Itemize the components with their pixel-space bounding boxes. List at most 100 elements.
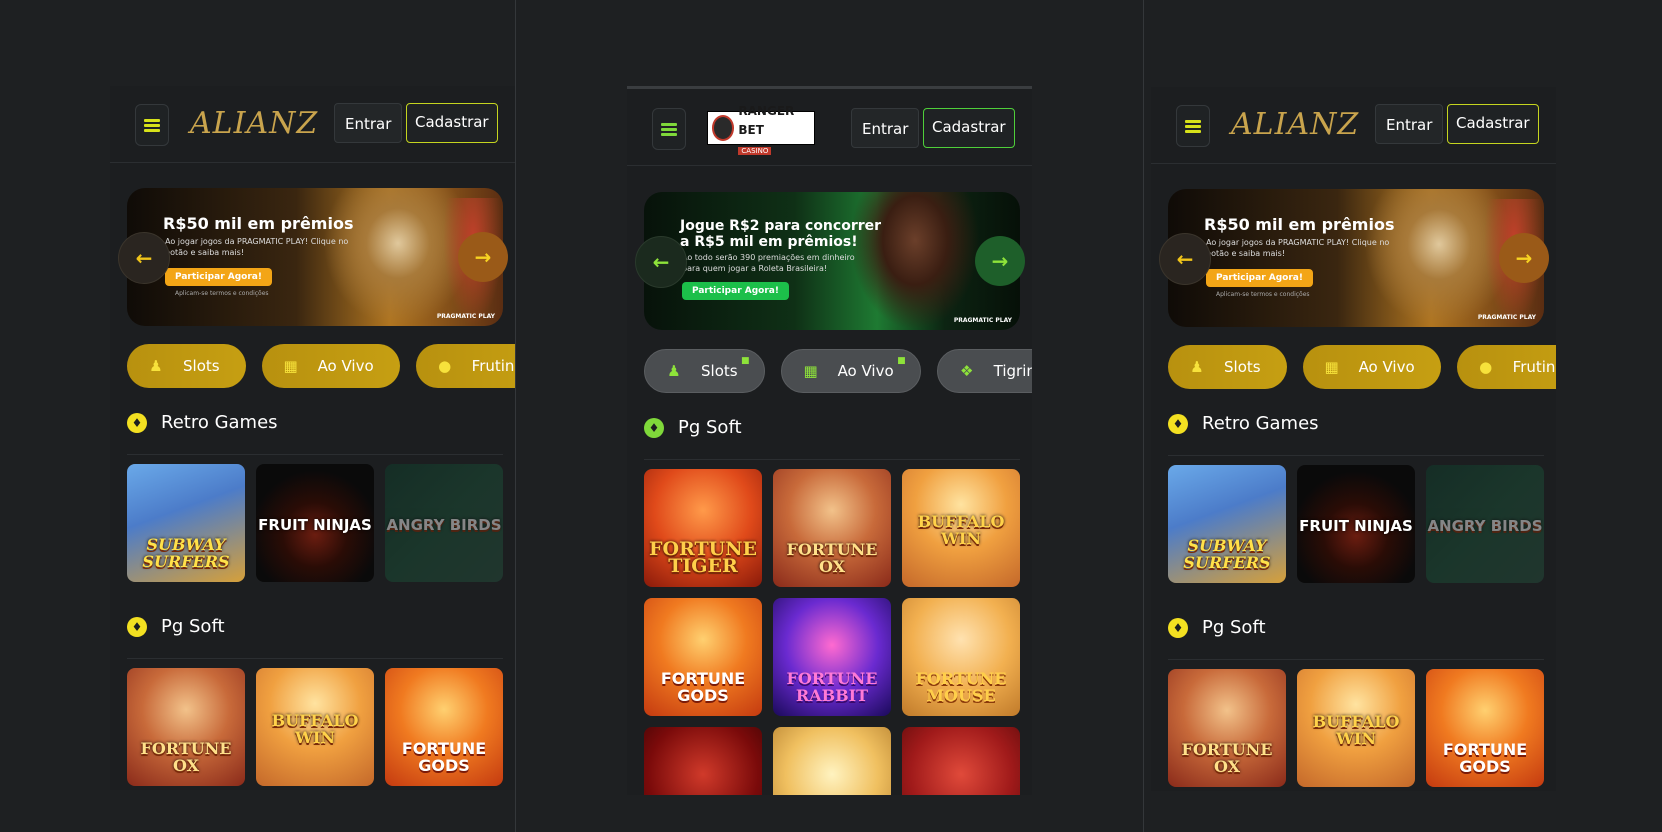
game-tile[interactable]: FORTUNE GODS: [385, 668, 503, 786]
section-title: Retro Games: [161, 412, 278, 433]
game-title: FORTUNE OX: [1181, 740, 1273, 776]
register-button[interactable]: Cadastrar: [1447, 104, 1539, 144]
tab-slots[interactable]: ♟ Slots ■: [644, 349, 765, 393]
banner-title: R$50 mil em prêmios: [1204, 215, 1395, 234]
top-bar: ALIANZ Entrar Cadastrar: [110, 86, 515, 163]
game-tile[interactable]: FORTUNE OX: [127, 668, 245, 786]
game-tile[interactable]: SUBWAY SURFERS: [127, 464, 245, 582]
carousel-prev-button[interactable]: ←: [635, 236, 687, 288]
tab-label: Frutin: [1512, 358, 1556, 376]
tab-ao-vivo[interactable]: ▦ Ao Vivo ■: [780, 349, 921, 393]
game-tile[interactable]: FORTUNE RABBIT: [773, 598, 891, 716]
tab-label: Slots: [183, 357, 220, 375]
game-tile[interactable]: FORTUNE OX: [1168, 669, 1286, 787]
tab-slots[interactable]: ♟ Slots: [127, 344, 246, 388]
game-tile[interactable]: FRUIT NINJAS: [1297, 465, 1415, 583]
promo-banner[interactable]: R$50 mil em prêmios Ao jogar jogos da PR…: [1168, 189, 1544, 327]
section-divider: [1168, 455, 1544, 456]
login-button[interactable]: Entrar: [851, 108, 920, 148]
tab-label: Ao Vivo: [317, 357, 374, 375]
register-button[interactable]: Cadastrar: [406, 103, 498, 143]
game-tile[interactable]: SUBWAY SURFERS: [1168, 465, 1286, 583]
banner-cta-button[interactable]: Participar Agora!: [1206, 269, 1313, 287]
banner-terms: Aplicam-se termos e condições: [1216, 291, 1310, 298]
logo-subtext: CASINO: [738, 146, 772, 155]
carousel-next-button[interactable]: →: [1499, 233, 1549, 283]
top-bar: RANGER BET CASINO Entrar Cadastrar: [627, 89, 1032, 166]
section-title: Pg Soft: [161, 616, 225, 637]
tab-ao-vivo[interactable]: ▦ Ao Vivo: [1302, 345, 1441, 389]
game-tile[interactable]: ANGRY BIRDS: [1426, 465, 1544, 583]
tab-label: Slots: [1224, 358, 1261, 376]
login-button[interactable]: Entrar: [334, 103, 403, 143]
section-header: ♦ Retro Games: [1168, 413, 1319, 434]
apple-icon: ●: [1479, 358, 1493, 376]
game-tile[interactable]: FRUIT NINJAS: [256, 464, 374, 582]
arrow-left-icon: ←: [652, 250, 670, 274]
tab-frutin[interactable]: ● Frutin: [1456, 345, 1556, 389]
login-button[interactable]: Entrar: [1375, 104, 1444, 144]
tab-ao-vivo[interactable]: ▦ Ao Vivo: [261, 344, 400, 388]
game-tile[interactable]: BUFFALO WIN: [902, 469, 1020, 587]
banner-subtitle: Ao jogar jogos da PRAGMATIC PLAY! Clique…: [1206, 238, 1390, 258]
game-tile[interactable]: [773, 727, 891, 795]
slot-machine-icon: ▦: [283, 357, 298, 375]
category-tabs: ♟ Slots ■ ▦ Ao Vivo ■ ❖ Tigrin: [644, 349, 1032, 393]
tab-frutin[interactable]: ● Frutin: [415, 344, 515, 388]
section-divider: [1168, 659, 1544, 660]
game-title: FORTUNE TIGER: [648, 538, 758, 577]
raccoon-mascot-icon: [712, 115, 735, 141]
hamburger-icon: [661, 123, 677, 136]
carousel-next-button[interactable]: →: [458, 232, 508, 282]
game-title: FORTUNE GODS: [660, 669, 746, 705]
game-title: FORTUNE OX: [140, 739, 232, 775]
game-title: SUBWAY SURFERS: [142, 535, 230, 571]
tab-slots[interactable]: ♟ Slots: [1168, 345, 1287, 389]
slot-machine-icon: ▦: [1324, 358, 1339, 376]
promo-banner[interactable]: Jogue R$2 para concorrer a R$5 mil em pr…: [644, 192, 1020, 330]
apple-icon: ●: [438, 357, 452, 375]
site-logo[interactable]: RANGER BET CASINO: [707, 105, 815, 155]
paw-icon: ❖: [959, 362, 974, 380]
banner-title: Jogue R$2 para concorrer a R$5 mil em pr…: [680, 218, 882, 250]
game-tile[interactable]: [644, 727, 762, 795]
carousel-prev-button[interactable]: ←: [118, 232, 170, 284]
game-tile[interactable]: FORTUNE GODS: [644, 598, 762, 716]
arrow-right-icon: →: [991, 249, 1009, 273]
arrow-left-icon: ←: [135, 246, 153, 270]
game-title: FORTUNE GODS: [401, 739, 487, 775]
banner-cta-button[interactable]: Participar Agora!: [165, 268, 272, 286]
menu-button[interactable]: [1176, 105, 1210, 147]
fire-icon: ♦: [127, 616, 147, 637]
carousel-next-button[interactable]: →: [975, 236, 1025, 286]
panel-divider: [1143, 0, 1144, 832]
game-tile[interactable]: BUFFALO WIN: [1297, 669, 1415, 787]
tab-tigrin[interactable]: ❖ Tigrin: [936, 349, 1032, 393]
joystick-icon: ♟: [1190, 358, 1204, 376]
section-title: Retro Games: [1202, 413, 1319, 434]
register-button[interactable]: Cadastrar: [923, 108, 1015, 148]
logo-text: RANGER BET: [738, 103, 795, 137]
category-tabs: ♟ Slots ▦ Ao Vivo ● Frutin: [127, 344, 515, 388]
menu-button[interactable]: [135, 104, 169, 146]
section-divider: [127, 454, 503, 455]
carousel-prev-button[interactable]: ←: [1159, 233, 1211, 285]
game-tile[interactable]: ANGRY BIRDS: [385, 464, 503, 582]
game-tile[interactable]: FORTUNE GODS: [1426, 669, 1544, 787]
joystick-icon: ♟: [149, 357, 163, 375]
site-logo[interactable]: ALIANZ: [190, 106, 318, 141]
promo-banner[interactable]: R$50 mil em prêmios Ao jogar jogos da PR…: [127, 188, 503, 326]
game-tile[interactable]: BUFFALO WIN: [256, 668, 374, 786]
game-tile[interactable]: FORTUNE TIGER: [644, 469, 762, 587]
game-tile[interactable]: [902, 727, 1020, 795]
arrow-right-icon: →: [474, 245, 492, 269]
game-title: ANGRY BIRDS: [1427, 517, 1543, 535]
game-title: FORTUNE GODS: [1442, 740, 1528, 776]
slot-machine-icon: ▦: [803, 362, 818, 380]
game-tile[interactable]: FORTUNE OX: [773, 469, 891, 587]
banner-cta-button[interactable]: Participar Agora!: [682, 282, 789, 300]
menu-button[interactable]: [652, 108, 686, 150]
site-logo[interactable]: ALIANZ: [1231, 107, 1359, 142]
joystick-icon: ♟: [667, 362, 681, 380]
game-tile[interactable]: FORTUNE MOUSE: [902, 598, 1020, 716]
